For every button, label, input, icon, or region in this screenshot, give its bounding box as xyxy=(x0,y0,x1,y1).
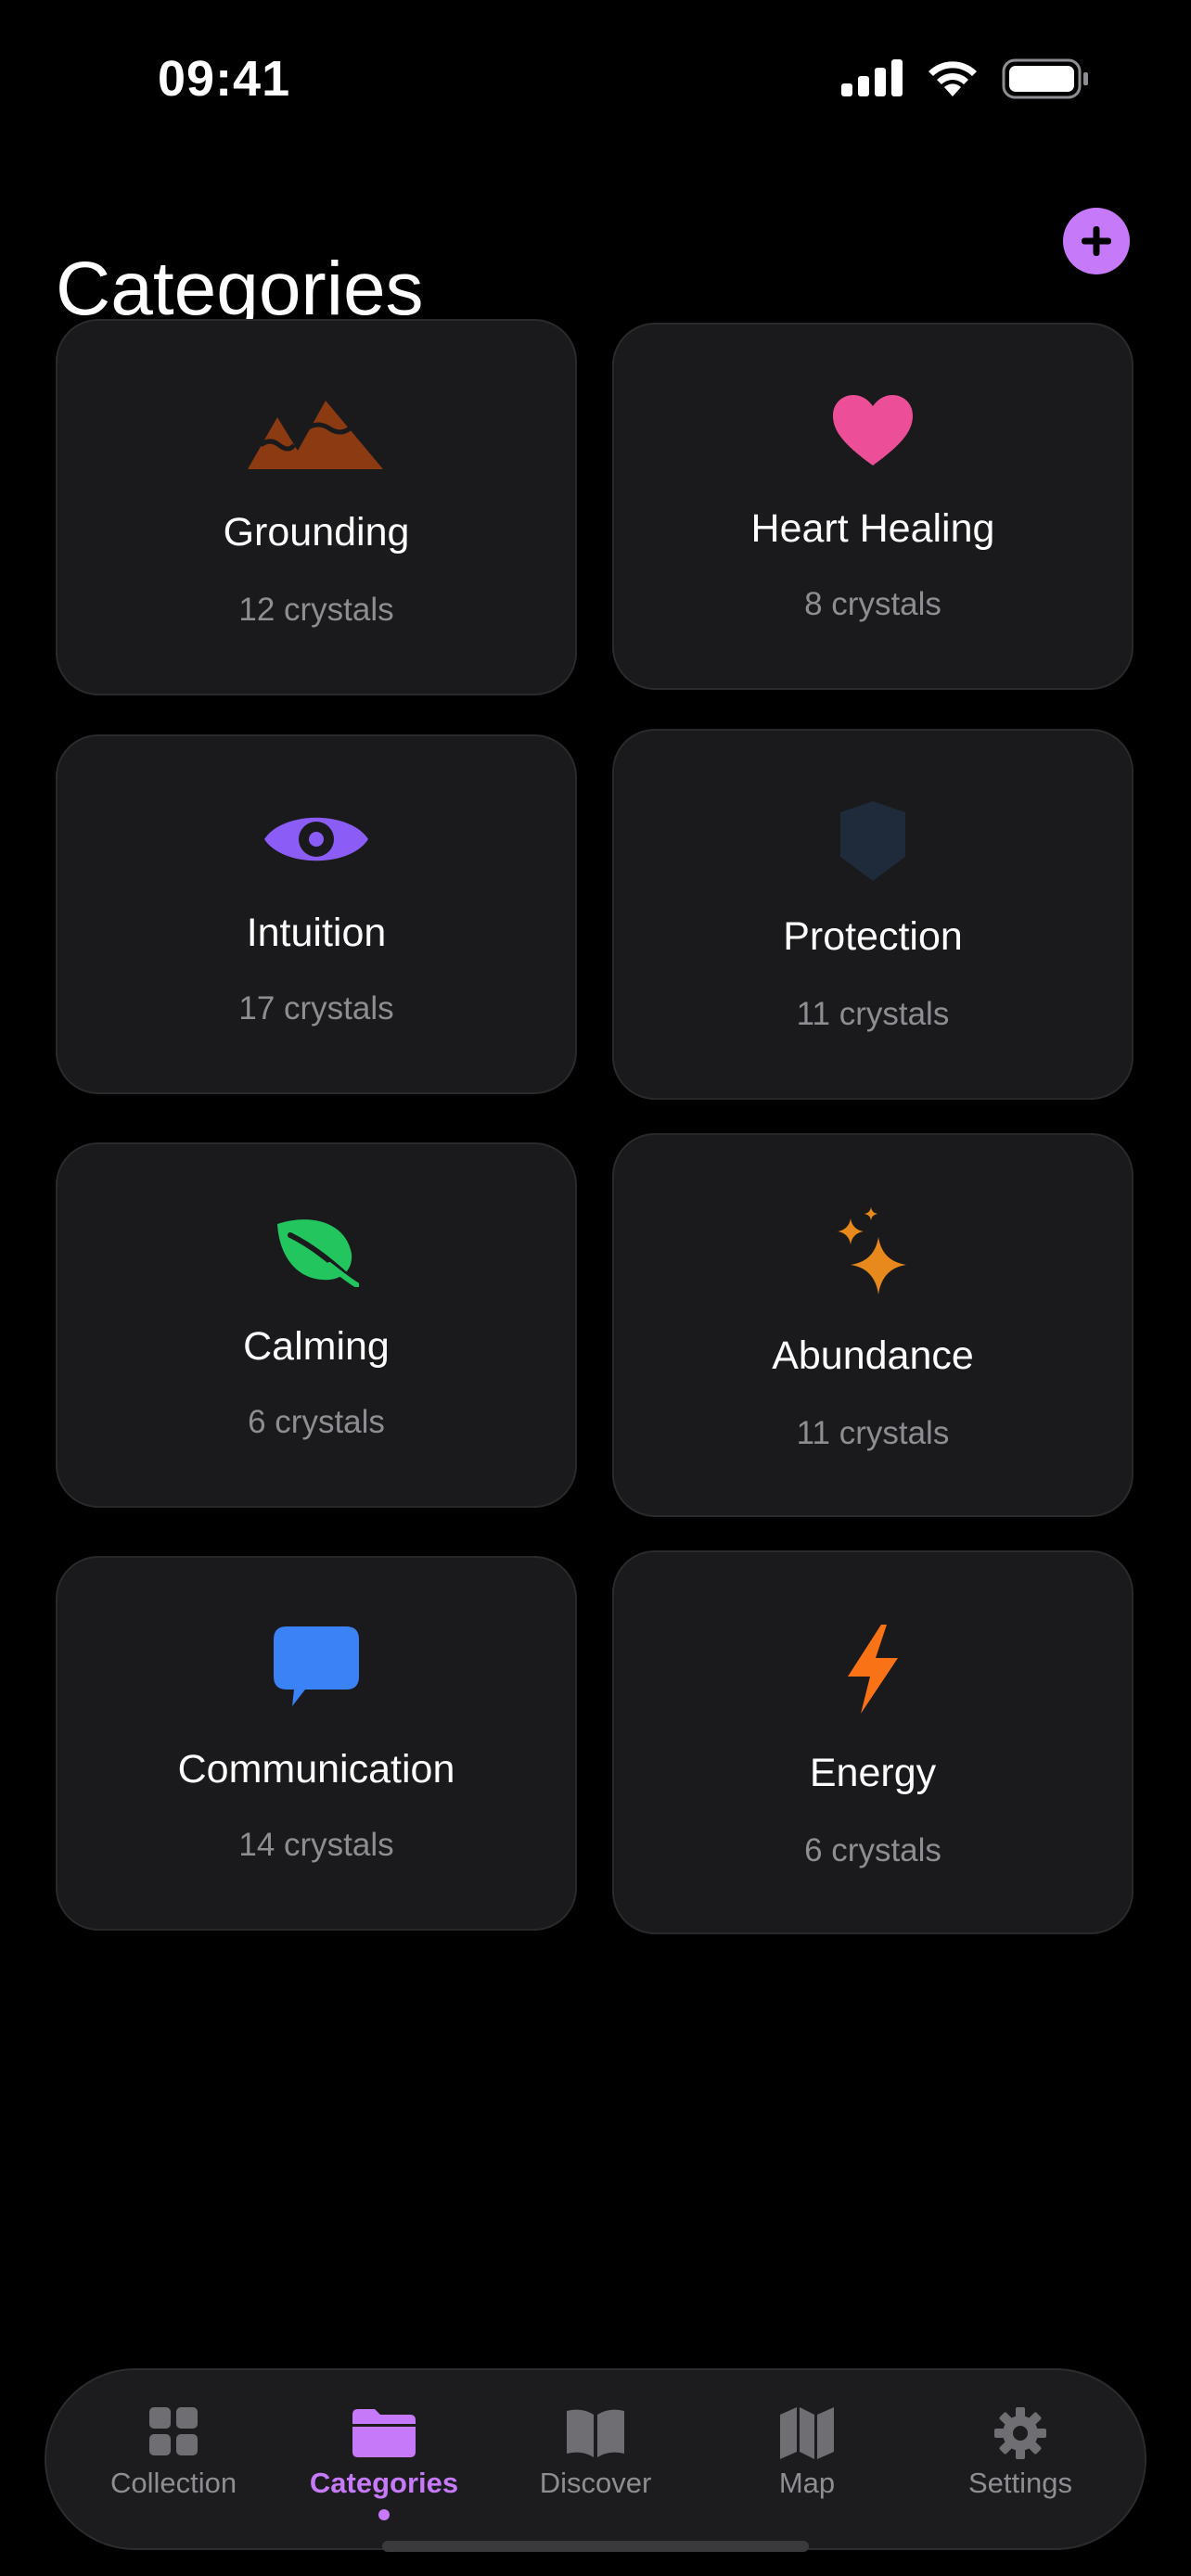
book-icon xyxy=(567,2409,624,2457)
status-time: 09:41 xyxy=(158,51,291,107)
map-icon xyxy=(780,2407,834,2459)
tab-label: Collection xyxy=(109,2467,237,2499)
mountain-icon xyxy=(248,401,383,469)
chat-bubble-icon xyxy=(274,1626,359,1706)
lightning-icon xyxy=(848,1625,898,1714)
category-name: Grounding xyxy=(223,510,410,555)
grid-icon xyxy=(149,2407,198,2455)
gear-icon xyxy=(994,2407,1046,2459)
folder-icon xyxy=(352,2409,416,2457)
category-card-intuition[interactable]: Intuition 17 crystals xyxy=(56,734,577,1094)
home-indicator xyxy=(382,2541,809,2552)
category-count: 6 crystals xyxy=(804,1832,941,1868)
shield-icon xyxy=(840,801,905,881)
category-count: 8 crystals xyxy=(804,586,941,622)
category-count: 6 crystals xyxy=(248,1404,385,1440)
tab-label: Discover xyxy=(539,2467,652,2499)
tab-label: Categories xyxy=(309,2467,459,2499)
tab-discover[interactable]: Discover xyxy=(503,2370,688,2552)
active-tab-indicator xyxy=(378,2509,390,2520)
tab-bar: Collection Categories Discover Map Setti… xyxy=(45,2368,1146,2550)
category-name: Abundance xyxy=(772,1333,974,1378)
category-count: 11 crystals xyxy=(796,996,950,1032)
leaf-icon xyxy=(277,1219,359,1287)
category-count: 17 crystals xyxy=(238,990,394,1027)
cellular-signal-icon xyxy=(841,59,903,96)
category-name: Energy xyxy=(809,1751,937,1795)
sparkles-icon xyxy=(838,1207,906,1294)
category-name: Calming xyxy=(243,1324,390,1369)
category-count: 12 crystals xyxy=(238,592,394,628)
category-count: 11 crystals xyxy=(796,1415,950,1451)
add-category-button[interactable] xyxy=(1063,208,1130,274)
category-name: Protection xyxy=(783,914,963,959)
status-bar: 09:41 xyxy=(0,0,1191,158)
tab-collection[interactable]: Collection xyxy=(81,2370,266,2552)
tab-settings[interactable]: Settings xyxy=(928,2370,1113,2552)
eye-icon xyxy=(264,817,368,861)
battery-icon xyxy=(1002,58,1088,99)
wifi-icon xyxy=(928,61,977,96)
category-card-abundance[interactable]: Abundance 11 crystals xyxy=(612,1133,1133,1517)
tab-label: Settings xyxy=(967,2467,1072,2499)
category-card-grounding[interactable]: Grounding 12 crystals xyxy=(56,319,577,695)
plus-icon xyxy=(1082,226,1111,256)
category-card-calming[interactable]: Calming 6 crystals xyxy=(56,1142,577,1508)
tab-map[interactable]: Map xyxy=(714,2370,900,2552)
category-name: Communication xyxy=(177,1747,455,1792)
tab-label: Map xyxy=(778,2467,836,2499)
status-icons xyxy=(839,57,1090,104)
heart-icon xyxy=(833,395,913,465)
category-card-protection[interactable]: Protection 11 crystals xyxy=(612,729,1133,1100)
category-card-energy[interactable]: Energy 6 crystals xyxy=(612,1550,1133,1934)
tab-categories[interactable]: Categories xyxy=(291,2370,477,2552)
category-card-heart-healing[interactable]: Heart Healing 8 crystals xyxy=(612,323,1133,690)
category-card-communication[interactable]: Communication 14 crystals xyxy=(56,1556,577,1931)
category-name: Intuition xyxy=(246,911,387,955)
category-name: Heart Healing xyxy=(750,506,995,551)
category-count: 14 crystals xyxy=(238,1827,394,1863)
